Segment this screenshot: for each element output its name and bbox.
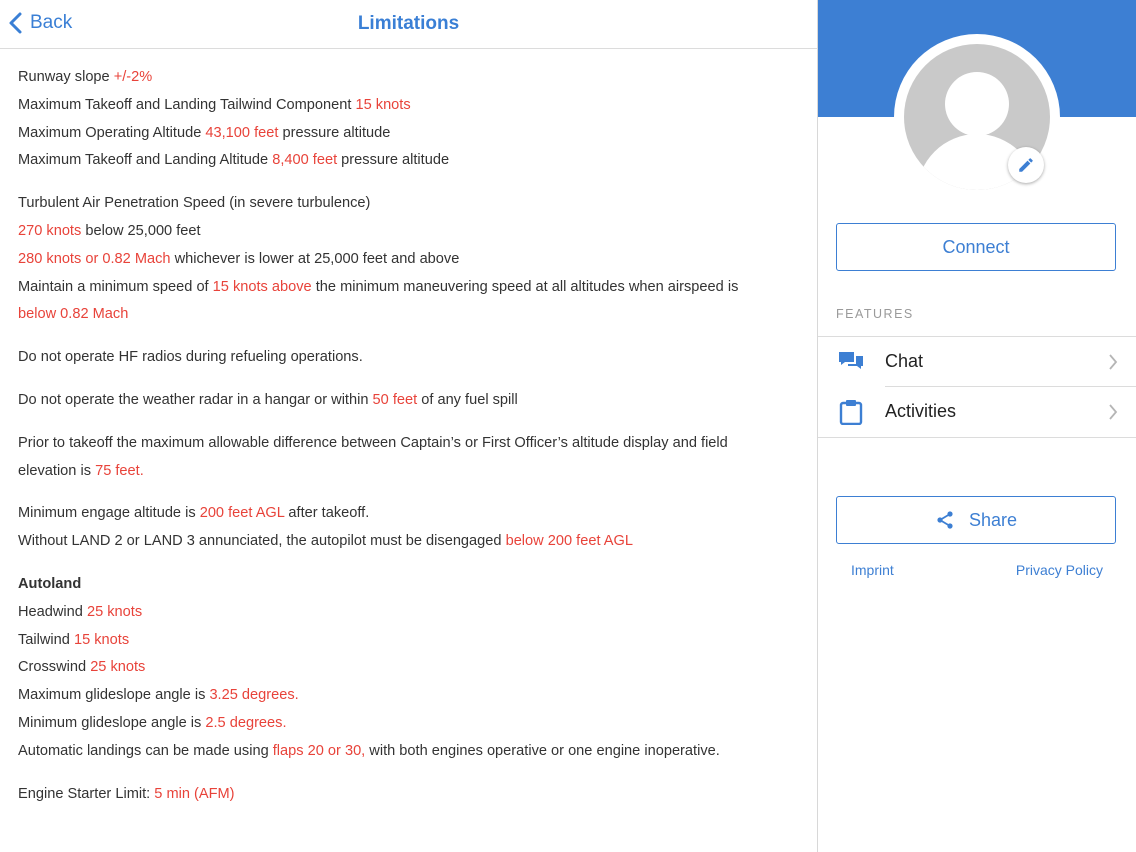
limit-line: elevation is 75 feet. <box>18 462 144 479</box>
limit-line: Maximum Takeoff and Landing Tailwind Com… <box>18 96 411 113</box>
limit-line: Engine Starter Limit: 5 min (AFM) <box>18 785 235 802</box>
limit-line: below 0.82 Mach <box>18 306 129 323</box>
limit-line: Prior to takeoff the maximum allowable d… <box>18 434 728 451</box>
limit-line: Tailwind 15 knots <box>18 631 130 648</box>
feature-item-activities[interactable]: Activities <box>818 387 1136 437</box>
limitations-content: Runway slope +/-2% Maximum Takeoff and L… <box>18 64 808 808</box>
features-divider-bottom <box>818 437 1136 438</box>
feature-item-label: Chat <box>885 351 924 371</box>
chevron-right-icon <box>1109 404 1118 420</box>
profile-sidebar: Connect FEATURES Chat Activities Share I… <box>818 0 1136 852</box>
limit-line: 270 knots below 25,000 feet <box>18 222 201 239</box>
limitations-pane: Back Limitations Runway slope +/-2% Maxi… <box>0 0 817 852</box>
limit-line: Without LAND 2 or LAND 3 annunciated, th… <box>18 533 633 550</box>
limit-line: Headwind 25 knots <box>18 603 143 620</box>
limit-line: Runway slope +/-2% <box>18 69 153 85</box>
edit-avatar-button[interactable] <box>1008 147 1044 183</box>
clipboard-icon <box>838 399 864 426</box>
avatar-head-shape <box>945 72 1009 136</box>
imprint-link[interactable]: Imprint <box>851 562 894 578</box>
limit-line: Do not operate the weather radar in a ha… <box>18 391 518 408</box>
limit-line: Maximum Takeoff and Landing Altitude 8,4… <box>18 152 450 169</box>
features-heading: FEATURES <box>836 307 914 321</box>
page-title: Limitations <box>357 13 460 34</box>
limit-line: Minimum engage altitude is 200 feet AGL … <box>18 505 370 522</box>
feature-item-label: Activities <box>885 401 957 421</box>
chat-icon <box>838 349 864 375</box>
nav-bar: Back Limitations <box>0 0 817 49</box>
limit-line: Maximum glideslope angle is 3.25 degrees… <box>18 687 299 704</box>
feature-item-chat[interactable]: Chat <box>818 337 1136 387</box>
pencil-icon <box>1019 158 1033 172</box>
chevron-right-icon <box>1109 354 1118 370</box>
autoland-heading: Autoland <box>18 575 82 592</box>
limit-line: Turbulent Air Penetration Speed (in seve… <box>18 195 371 212</box>
limit-line: Automatic landings can be made using fla… <box>18 742 720 759</box>
limit-line: 280 knots or 0.82 Mach whichever is lowe… <box>18 250 460 267</box>
share-label: Share <box>968 509 1018 530</box>
limit-line: Maximum Operating Altitude 43,100 feet p… <box>18 124 391 141</box>
share-button[interactable]: Share <box>836 496 1116 544</box>
limit-line: Do not operate HF radios during refuelin… <box>18 349 363 366</box>
share-icon <box>937 511 953 529</box>
privacy-policy-link[interactable]: Privacy Policy <box>1016 562 1103 578</box>
limit-line: Maintain a minimum speed of 15 knots abo… <box>18 278 739 295</box>
connect-button[interactable]: Connect <box>836 223 1116 271</box>
limit-line: Crosswind 25 knots <box>18 659 146 676</box>
limit-line: Minimum glideslope angle is 2.5 degrees. <box>18 714 287 731</box>
